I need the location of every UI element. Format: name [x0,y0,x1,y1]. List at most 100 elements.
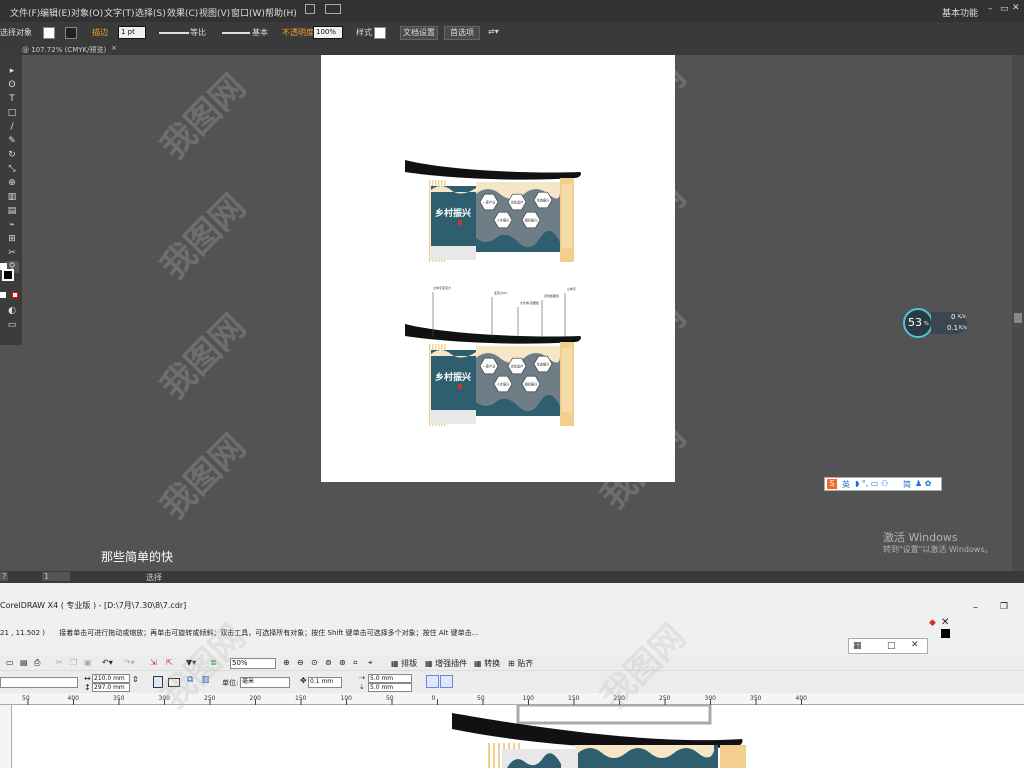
copy-icon[interactable]: ❐ [70,658,77,667]
menu-edit[interactable]: 编辑(E) [40,6,71,19]
document-setup-button[interactable]: 文档设置 [400,26,438,40]
open-icon[interactable]: ▤ [20,658,28,667]
page-field[interactable]: 1 [42,572,70,581]
menu-object[interactable]: 对象(O) [71,6,103,19]
print-icon[interactable]: ⎙ [34,658,40,668]
import-icon[interactable]: ⇲ [150,658,157,667]
draw-mode-icon[interactable]: ◐ [5,305,19,317]
scale-tool-icon[interactable]: ⤡ [5,163,19,175]
zoom-page-icon[interactable]: ⊛ [339,658,346,667]
float-close-icon[interactable]: ✕ [911,640,919,650]
undo-icon[interactable]: ↶▾ [102,658,113,667]
menu-file[interactable]: 文件(F) [10,6,40,19]
menu-window[interactable]: 窗口(W) [231,6,265,19]
sogou-logo-icon[interactable]: S [827,479,837,489]
zoom-width-icon[interactable]: ⌗ [353,658,358,668]
type-tool-icon[interactable]: T [5,93,19,105]
select-page-icon[interactable] [440,675,453,688]
units-select[interactable]: 毫米 [240,677,290,688]
ime-simplified-toggle[interactable]: 简 [903,479,911,490]
zoom-selected-icon[interactable]: ⊙ [311,658,318,667]
tab-close-icon[interactable]: × [111,44,117,52]
workspace-switcher[interactable]: 基本功能 [942,6,978,19]
ime-punct-icon[interactable]: ◗ °, ▭ ⚇ [855,479,888,488]
close-icon[interactable]: ✕ [1012,3,1020,13]
cdr-restore-icon[interactable]: ❐ [1000,602,1008,612]
slice-tool-icon[interactable]: ✂ [5,247,19,259]
ime-toolbar[interactable]: S 英 ◗ °, ▭ ⚇ 简 ♟ ✿ [824,477,942,491]
selection-tool-icon[interactable]: ▸ [5,65,19,77]
no-fill-icon[interactable]: ✕ [941,617,949,628]
cut-icon[interactable]: ✂ [56,658,63,667]
new-icon[interactable]: ▭ [6,658,14,667]
artboard-tool-icon[interactable]: ⊞ [5,233,19,245]
opacity-field[interactable]: 100% [313,26,343,39]
restore-icon[interactable]: ▭ [1000,4,1009,14]
brush-label[interactable]: 基本 [252,27,268,38]
arrange-docs-icon[interactable] [325,4,341,14]
network-speed-widget[interactable]: 53 % 0 K/s 0.1 K/s [903,308,969,338]
stroke-label[interactable]: 描边 [92,27,108,38]
eyedropper-tool-icon[interactable]: ⌁ [5,219,19,231]
vertical-scrollbar[interactable] [1012,55,1024,571]
float-restore-icon[interactable]: □ [887,641,896,651]
nudge-field[interactable]: 0.1 mm [308,677,342,688]
gradient-tool-icon[interactable]: ▤ [5,205,19,217]
graph-tool-icon[interactable]: ▥ [5,191,19,203]
stroke-weight-field[interactable]: 1 pt [118,26,146,39]
spin-icon[interactable]: ⇕ [132,675,139,684]
snap-button[interactable]: ⊞ 贴齐 [508,658,533,669]
fill-swatch[interactable] [43,27,55,39]
paste-icon[interactable]: ▣ [84,658,92,667]
menu-view[interactable]: 视图(V) [199,6,230,19]
enhance-plugin-button[interactable]: ▦ 增强插件 [425,658,467,669]
coreldraw-canvas[interactable] [12,703,1024,768]
color-mode-icon[interactable] [0,292,6,298]
document-tab[interactable]: @ 107.72% (CMYK/预览) [22,45,106,55]
scroll-thumb[interactable] [1014,313,1022,323]
rectangle-tool-icon[interactable]: □ [5,107,19,119]
duplicate-x-field[interactable]: 5.0 mm [368,674,412,683]
style-swatch[interactable] [374,27,386,39]
minimize-icon[interactable]: – [988,4,993,14]
arrange-icon[interactable]: ⇌▾ [488,27,499,36]
opacity-label[interactable]: 不透明度 [282,27,314,38]
stroke-color-icon[interactable] [2,269,14,281]
cdr-minimize-icon[interactable]: – [973,602,978,613]
floating-app-icon[interactable]: ▦ [853,641,862,651]
zoom-in-icon[interactable]: ⊕ [283,658,290,667]
convert-button[interactable]: ▦ 转换 [474,658,500,669]
none-color-icon[interactable] [12,292,18,298]
shape-builder-icon[interactable]: ⊕ [5,177,19,189]
stroke-swatch[interactable] [65,27,77,39]
screen-mode-icon[interactable]: ▭ [5,319,19,331]
lasso-tool-icon[interactable]: ʘ [5,79,19,91]
zoom-out-icon[interactable]: ⊖ [297,658,304,667]
redo-icon[interactable]: ↷▾ [124,658,135,667]
ruler-tick-label: 300 [705,695,717,702]
menu-select[interactable]: 选择(S) [135,6,166,19]
brush-tool-icon[interactable]: / [5,121,19,133]
callout-label: 立体字 [567,286,576,291]
menu-type[interactable]: 文字(T) [104,6,135,19]
ime-lang-toggle[interactable]: 英 [842,479,850,490]
profile-label[interactable]: 等比 [190,27,206,38]
page-height-field[interactable]: 297.0 mm [92,683,130,692]
rotate-tool-icon[interactable]: ↻ [5,149,19,161]
ime-skin-icon[interactable]: ♟ ✿ [915,479,931,488]
zoom-all-icon[interactable]: ⊚ [325,658,332,667]
treat-as-filled-icon[interactable] [426,675,439,688]
menu-effect[interactable]: 效果(C) [167,6,198,19]
duplicate-y-field[interactable]: 5.0 mm [368,683,412,692]
fill-bucket-icon[interactable]: ◆ [929,618,936,628]
pencil-tool-icon[interactable]: ✎ [5,135,19,147]
bridge-icon[interactable] [305,4,315,14]
preferences-button[interactable]: 首选项 [444,26,480,40]
page-width-field[interactable]: 210.0 mm [92,674,130,683]
menu-help[interactable]: 帮助(H) [265,6,297,19]
page-size-select[interactable] [0,677,78,688]
layout-plugin-button[interactable]: ▦ 排版 [391,658,417,669]
outline-color-icon[interactable] [941,629,950,638]
zoom-field[interactable]: ? [0,572,9,581]
zoom-height-icon[interactable]: ⌖ [368,658,373,668]
